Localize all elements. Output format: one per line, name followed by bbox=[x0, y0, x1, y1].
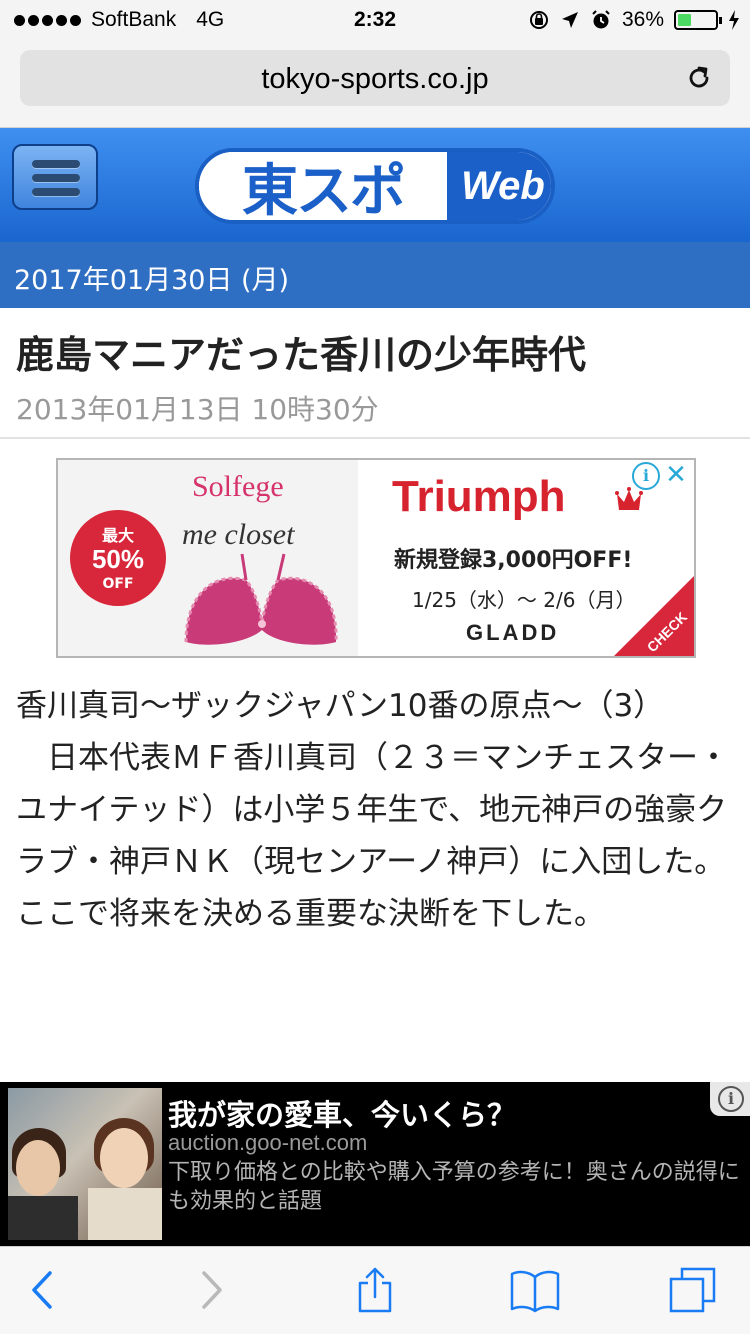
share-icon[interactable] bbox=[350, 1265, 400, 1315]
logo-suffix: Web bbox=[461, 163, 545, 208]
url-text[interactable]: tokyo-sports.co.jp bbox=[20, 63, 730, 96]
crown-icon bbox=[615, 487, 643, 510]
forward-icon[interactable] bbox=[186, 1265, 236, 1315]
menu-button[interactable] bbox=[12, 144, 98, 210]
sale-badge-value: 50% bbox=[91, 544, 145, 574]
date-bar: 2017年01月30日 (月) bbox=[0, 242, 750, 308]
ad-period: 1/25（水）〜 2/6（月） bbox=[412, 588, 636, 612]
ad-brand-mecloset: me closet bbox=[182, 518, 295, 551]
ad-left-panel[interactable]: Solfege me closet 最大 50% OFF bbox=[58, 460, 358, 656]
bottom-ad[interactable]: 我が家の愛車、今いくら？ auction.goo-net.com 下取り価格との… bbox=[0, 1082, 750, 1246]
ad-store: GLADD bbox=[466, 620, 560, 645]
status-right: 36% bbox=[528, 8, 740, 32]
ad-brand-solfege: Solfege bbox=[192, 470, 284, 503]
ad-info-icon[interactable]: i bbox=[632, 462, 660, 490]
back-icon[interactable] bbox=[18, 1265, 68, 1315]
location-icon bbox=[561, 12, 578, 28]
article-title: 鹿島マニアだった香川の少年時代 bbox=[16, 333, 587, 377]
article-published-date: 2013年01月13日 10時30分 bbox=[16, 393, 379, 426]
site-logo[interactable]: 東スポ Web bbox=[195, 148, 555, 224]
sale-badge: 最大 50% OFF bbox=[70, 510, 166, 606]
bottom-ad-description: 下取り価格との比較や購入予算の参考に！奥さんの説得にも効果的と話題 bbox=[168, 1160, 740, 1214]
rotation-lock-icon bbox=[529, 11, 548, 29]
reload-icon[interactable] bbox=[684, 63, 714, 93]
bookmarks-icon[interactable] bbox=[510, 1265, 560, 1315]
sale-badge-top: 最大 bbox=[101, 526, 134, 545]
site-header: 東スポ Web bbox=[0, 128, 750, 242]
article-paragraph: 日本代表ＭＦ香川真司（２３＝マンチェスター・ユナイテッド）は小学５年生で、地元神… bbox=[16, 740, 729, 932]
status-bar: SoftBank 4G 2:32 36% bbox=[0, 0, 750, 40]
lingerie-image bbox=[184, 553, 338, 645]
current-date: 2017年01月30日 (月) bbox=[14, 265, 290, 296]
charging-icon bbox=[729, 10, 739, 30]
tabs-icon[interactable] bbox=[668, 1265, 718, 1315]
battery-icon bbox=[674, 10, 722, 30]
battery-percent: 36% bbox=[621, 8, 664, 31]
ad-close-icon[interactable]: ✕ bbox=[662, 460, 690, 490]
ad-headline: Triumph bbox=[392, 472, 566, 521]
bottom-ad-info-icon[interactable]: i bbox=[710, 1082, 750, 1116]
url-field[interactable]: tokyo-sports.co.jp bbox=[20, 50, 730, 106]
browser-toolbar bbox=[0, 1246, 750, 1334]
ad-banner[interactable]: Solfege me closet 最大 50% OFF Triumph 新規登… bbox=[56, 458, 696, 658]
divider bbox=[0, 437, 750, 439]
bottom-ad-title[interactable]: 我が家の愛車、今いくら？ bbox=[168, 1092, 516, 1134]
article-subtitle: 香川真司〜ザックジャパン10番の原点〜（3） bbox=[16, 688, 665, 724]
article-body: 香川真司〜ザックジャパン10番の原点〜（3） 日本代表ＭＦ香川真司（２３＝マンチ… bbox=[16, 680, 736, 940]
sale-badge-bottom: OFF bbox=[102, 576, 134, 592]
ad-offer: 新規登録3,000円OFF! bbox=[394, 548, 633, 573]
logo-text: 東スポ bbox=[242, 158, 406, 224]
ad-thumbnail[interactable] bbox=[8, 1088, 162, 1240]
bottom-ad-domain: auction.goo-net.com bbox=[168, 1130, 368, 1155]
browser-address-bar: tokyo-sports.co.jp bbox=[0, 40, 750, 128]
alarm-icon bbox=[592, 10, 610, 29]
